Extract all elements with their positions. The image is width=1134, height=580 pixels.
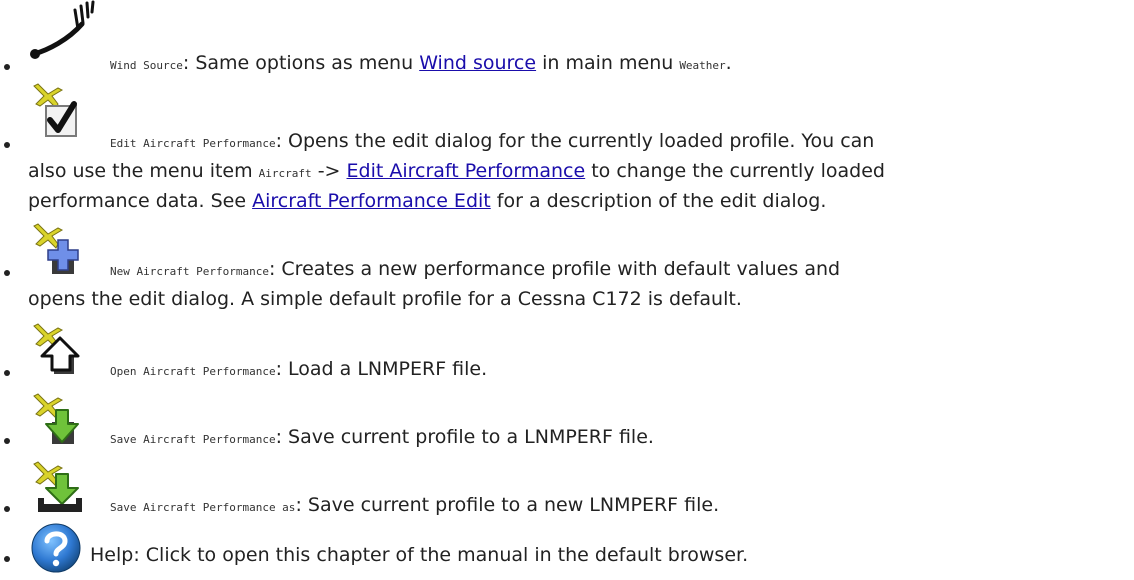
list-item: Save Aircraft Performance as: Save curre…: [0, 456, 1110, 526]
bullet: [4, 370, 10, 376]
description: Click to open this chapter of the manual…: [145, 544, 749, 566]
separator: :: [268, 258, 282, 280]
separator: :: [275, 130, 289, 152]
list-item: Save Aircraft Performance: Save current …: [0, 388, 1110, 458]
description: also use the menu item: [28, 160, 259, 182]
bullet: [4, 556, 10, 562]
menu-code-new-aircraft-performance: New Aircraft Performance: [110, 265, 269, 278]
description: for a description of the edit dialog.: [490, 190, 827, 212]
item-text: Help: Click to open this chapter of the …: [90, 540, 1110, 570]
item-text: Wind Source: Same options as menu Wind s…: [110, 48, 1110, 81]
description: Creates a new performance profile with d…: [281, 258, 841, 280]
description: Opens the edit dialog for the currently …: [288, 130, 875, 152]
menu-code-wind-source: Wind Source: [110, 59, 183, 72]
help-icon: [31, 523, 81, 573]
wind-source-icon: [30, 0, 95, 59]
item-text-line-3: performance data. See Aircraft Performan…: [28, 186, 1118, 216]
open-aircraft-performance-icon: [33, 323, 80, 374]
item-text-line-2: opens the edit dialog. A simple default …: [28, 284, 1118, 314]
description: performance data. See: [28, 190, 253, 212]
help-label: Help: [90, 544, 134, 566]
description: Save current profile to a LNMPERF file.: [288, 426, 654, 448]
link-aircraft-performance-edit[interactable]: Aircraft Performance Edit: [252, 190, 491, 212]
bullet: [4, 506, 10, 512]
description: Load a LNMPERF file.: [288, 358, 488, 380]
link-wind-source[interactable]: Wind source: [419, 52, 536, 74]
separator: :: [275, 426, 289, 448]
bullet: [4, 142, 10, 148]
list-item: New Aircraft Performance: Creates a new …: [0, 218, 1110, 328]
description: Save current profile to a new LNMPERF fi…: [307, 494, 720, 516]
description: Same options as menu: [195, 52, 420, 74]
item-text-line-2: also use the menu item Aircraft -> Edit …: [28, 156, 1118, 189]
list-item: Edit Aircraft Performance: Opens the edi…: [0, 78, 1110, 218]
menu-code-save-aircraft-performance: Save Aircraft Performance: [110, 433, 276, 446]
description: .: [725, 52, 732, 74]
item-text: Save Aircraft Performance as: Save curre…: [110, 490, 1110, 523]
description: in main menu: [536, 52, 680, 74]
bullet: [4, 270, 10, 276]
item-text: New Aircraft Performance: Creates a new …: [110, 254, 1110, 287]
separator: :: [182, 52, 196, 74]
menu-code-save-aircraft-performance-as: Save Aircraft Performance as: [110, 501, 296, 514]
menu-code-aircraft: Aircraft: [258, 167, 312, 180]
description: to change the currently loaded: [585, 160, 885, 182]
separator: :: [133, 544, 146, 566]
link-edit-aircraft-performance[interactable]: Edit Aircraft Performance: [347, 160, 586, 182]
item-text: Edit Aircraft Performance: Opens the edi…: [110, 126, 1110, 159]
menu-code-edit-aircraft-performance: Edit Aircraft Performance: [110, 137, 276, 150]
menu-code-weather: Weather: [679, 59, 726, 72]
separator: :: [275, 358, 289, 380]
list-item: Open Aircraft Performance: Load a LNMPER…: [0, 320, 1110, 390]
list-item: Wind Source: Same options as menu Wind s…: [0, 0, 1110, 75]
bullet: [4, 64, 10, 70]
description: ->: [311, 160, 347, 182]
description: opens the edit dialog. A simple default …: [28, 288, 742, 310]
bullet: [4, 438, 10, 444]
save-aircraft-performance-icon: [33, 393, 79, 444]
menu-code-open-aircraft-performance: Open Aircraft Performance: [110, 365, 276, 378]
list-item: Help: Click to open this chapter of the …: [0, 520, 1110, 580]
new-aircraft-performance-icon: [33, 223, 79, 274]
edit-aircraft-performance-icon: [33, 83, 77, 137]
item-text: Open Aircraft Performance: Load a LNMPER…: [110, 354, 1110, 387]
item-text: Save Aircraft Performance: Save current …: [110, 422, 1110, 455]
save-aircraft-performance-as-icon: [33, 461, 82, 512]
separator: :: [295, 494, 308, 516]
